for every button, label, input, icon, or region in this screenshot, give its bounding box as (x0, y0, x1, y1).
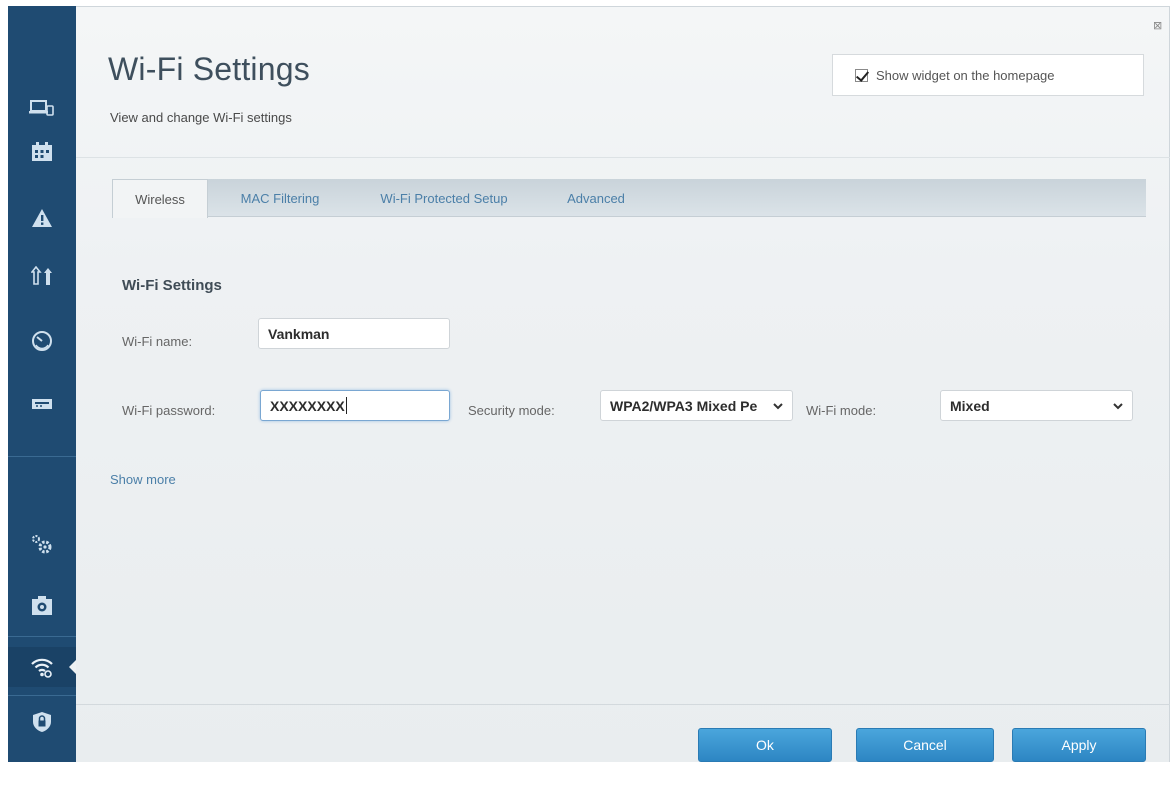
tab-label: MAC Filtering (240, 190, 320, 206)
sidebar-item-troubleshooting[interactable] (8, 198, 76, 238)
transfer-icon (31, 266, 53, 286)
cancel-button-label: Cancel (903, 737, 947, 753)
security-mode-select[interactable]: WPA2/WPA3 Mixed Pe (600, 390, 793, 421)
wifi-mode-label: Wi-Fi mode: (806, 403, 877, 418)
security-mode-label: Security mode: (468, 403, 555, 418)
tab-label: Wi-Fi Protected Setup (380, 190, 508, 206)
sidebar-item-router-backup[interactable] (8, 586, 76, 626)
wifi-password-value: XXXXXXXX (270, 397, 345, 414)
sidebar-item-parental[interactable] (8, 132, 76, 172)
devices-icon (29, 98, 55, 118)
header-divider (76, 157, 1170, 158)
ok-button-label: Ok (756, 737, 774, 753)
show-more-link[interactable]: Show more (110, 472, 176, 487)
page-title: Wi-Fi Settings (108, 51, 310, 87)
sidebar-item-external-storage[interactable] (8, 384, 76, 424)
tab-advanced[interactable]: Advanced (548, 179, 644, 217)
tab-label: Advanced (567, 190, 625, 206)
calendar-icon (31, 142, 53, 162)
sidebar-item-media-prioritization[interactable] (8, 256, 76, 296)
tab-label: Wireless (135, 191, 185, 207)
chevron-down-icon (1113, 403, 1123, 410)
show-widget-toggle[interactable]: Show widget on the homepage (832, 54, 1144, 96)
apply-button[interactable]: Apply (1012, 728, 1146, 762)
tab-wps[interactable]: Wi-Fi Protected Setup (354, 179, 534, 217)
page-subtitle: View and change Wi-Fi settings (110, 110, 292, 125)
sidebar-item-speed-test[interactable] (8, 321, 76, 361)
security-mode-value: WPA2/WPA3 Mixed Pe (610, 397, 758, 414)
wifi-name-value: Vankman (268, 325, 330, 342)
wifi-mode-select[interactable]: Mixed (940, 390, 1133, 421)
sidebar-divider-2 (8, 636, 76, 637)
wifi-password-label: Wi-Fi password: (122, 403, 216, 418)
chevron-down-icon (773, 403, 783, 410)
close-icon[interactable]: ⊠ (1153, 20, 1163, 31)
tab-wireless[interactable]: Wireless (112, 179, 208, 218)
sidebar-item-security[interactable] (8, 702, 76, 742)
text-caret (345, 397, 347, 414)
wifi-name-label: Wi-Fi name: (122, 334, 193, 349)
warning-icon (31, 208, 53, 228)
section-title: Wi-Fi Settings (122, 277, 222, 294)
wifi-name-input[interactable]: Vankman (258, 318, 450, 349)
sidebar-divider-3 (8, 695, 76, 696)
tab-bar: Wireless MAC Filtering Wi-Fi Protected S… (112, 179, 1146, 218)
ok-button[interactable]: Ok (698, 728, 832, 762)
sidebar-item-connectivity[interactable] (8, 524, 76, 564)
wifi-password-input[interactable]: XXXXXXXX (260, 390, 450, 421)
sidebar-divider (8, 456, 76, 457)
speed-gauge-icon (31, 330, 53, 352)
show-widget-label: Show widget on the homepage (876, 67, 1055, 83)
page-bottom-margin (0, 762, 1176, 785)
apply-button-label: Apply (1061, 737, 1097, 753)
wifi-icon (30, 656, 54, 678)
checkbox-checked-icon[interactable] (855, 68, 868, 82)
sidebar-nav (8, 6, 77, 762)
backup-icon (31, 596, 53, 616)
usb-storage-icon (31, 396, 53, 412)
cancel-button[interactable]: Cancel (856, 728, 994, 762)
wifi-mode-value: Mixed (950, 397, 990, 414)
main-panel: ⊠ Wi-Fi Settings View and change Wi-Fi s… (76, 6, 1170, 762)
sidebar-item-devices[interactable] (8, 88, 76, 128)
sidebar-item-wifi-settings[interactable] (8, 647, 76, 687)
gears-icon (30, 533, 54, 555)
footer-divider (76, 704, 1170, 705)
security-shield-icon (32, 711, 52, 733)
tab-mac-filtering[interactable]: MAC Filtering (220, 179, 340, 217)
